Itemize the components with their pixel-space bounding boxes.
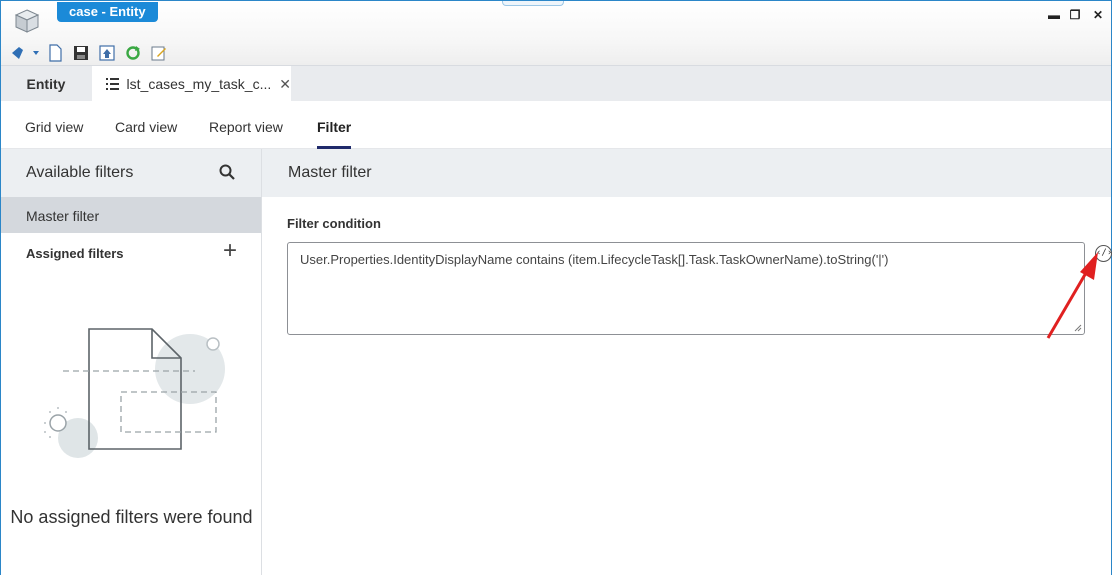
save-button[interactable] [71,44,91,62]
available-filters-title: Available filters [26,164,134,181]
filter-condition-label: Filter condition [287,216,381,231]
code-editor-button[interactable]: ‹/› [1095,245,1112,262]
empty-state-illustration [44,328,225,458]
available-filters-header: Available filters [1,149,261,197]
tab-entity[interactable]: Entity [1,66,91,102]
publish-icon [99,45,115,61]
tab-grid-view[interactable]: Grid view [25,101,83,149]
new-document-icon [49,44,62,62]
edit-icon [151,46,166,61]
tab-filter[interactable]: Filter [317,101,352,149]
entity-cube-icon [14,9,40,33]
edit-button[interactable] [149,44,169,62]
tab-list-view[interactable]: lst_cases_my_task_c... ✕ [92,66,291,102]
tab-card-view[interactable]: Card view [115,101,177,149]
master-filter-title: Master filter [262,149,1111,197]
save-icon [74,46,88,60]
search-icon[interactable] [219,164,235,180]
new-document-button[interactable] [45,44,65,62]
master-filter-panel: Master filter Filter condition User.Prop… [262,149,1112,575]
app-menu-button[interactable] [9,44,39,62]
close-window-button[interactable]: ✕ [1090,7,1106,23]
refresh-button[interactable] [123,44,143,62]
empty-state-message: No assigned filters were found [10,507,253,527]
view-tab-bar: Grid view Card view Report view Filter [1,101,1111,149]
available-filters-panel: Available filters Master filter Assigned… [1,149,262,575]
assigned-filters-header: Assigned filters + [1,233,261,273]
filter-condition-input[interactable]: User.Properties.IdentityDisplayName cont… [287,242,1085,335]
window-title: case - Entity [57,2,158,22]
assigned-filters-label: Assigned filters [26,245,124,261]
master-filter-item[interactable]: Master filter [1,197,261,233]
tab-report-view[interactable]: Report view [209,101,283,149]
window-top-handle[interactable] [502,1,564,6]
restore-button[interactable]: ❐ [1067,7,1083,23]
window-titlebar: case - Entity ▬ ❐ ✕ [0,0,1112,65]
tab-close-icon[interactable]: ✕ [279,76,291,93]
list-icon [106,78,119,90]
filter-condition-text: User.Properties.IdentityDisplayName cont… [300,252,889,267]
add-filter-button[interactable]: + [223,239,237,263]
publish-button[interactable] [97,44,117,62]
minimize-button[interactable]: ▬ [1046,7,1062,23]
app-menu-icon [12,47,39,59]
refresh-icon [126,46,140,60]
toolbar [9,43,169,63]
resize-handle-icon[interactable] [1074,324,1082,332]
tab-list-view-label: lst_cases_my_task_c... [126,76,272,92]
document-tab-strip: Entity lst_cases_my_task_c... ✕ [1,65,1111,102]
